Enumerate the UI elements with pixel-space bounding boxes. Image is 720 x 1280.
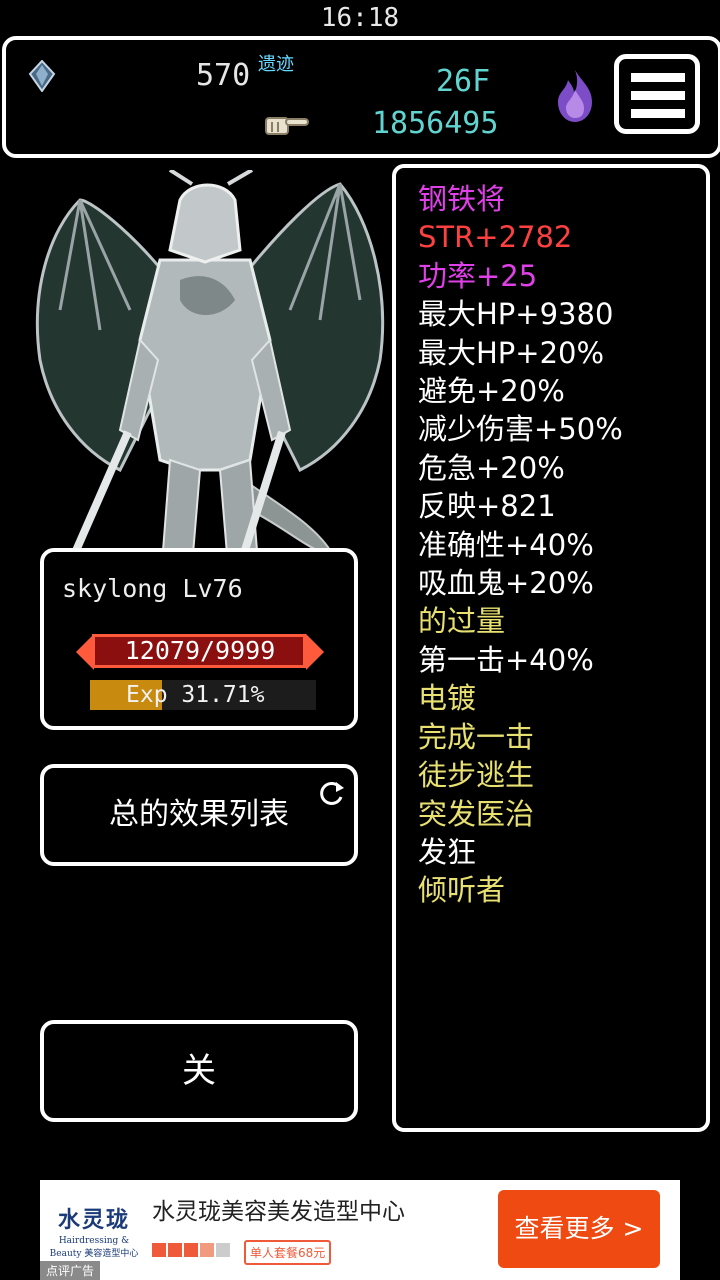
ad-tag: 单人套餐68元 xyxy=(244,1240,332,1265)
ad-logo-subtext: Hairdressing & Beauty 美容造型中心 xyxy=(49,1236,139,1259)
gold-amount: 570 xyxy=(196,58,251,93)
character-name-level: skylong Lv76 xyxy=(62,574,243,603)
ad-banner[interactable]: 水灵珑 Hairdressing & Beauty 美容造型中心 水灵珑美容美发… xyxy=(40,1180,680,1280)
rating-star-icon xyxy=(200,1243,214,1257)
stat-item: 准确性+40% xyxy=(418,527,594,562)
rating-star-icon xyxy=(184,1243,198,1257)
close-label: 关 xyxy=(182,1051,216,1091)
stat-item: 危急+20% xyxy=(418,450,565,485)
stat-item: 避免+20% xyxy=(418,374,565,409)
hp-value: 12079/9999 xyxy=(124,636,276,665)
relic-label: 遗迹 xyxy=(258,54,294,75)
stat-item: 吸血鬼+20% xyxy=(418,566,594,601)
stat-item: 钢铁将 xyxy=(418,182,506,216)
stat-item: 突发医治 xyxy=(418,796,535,831)
effects-list-label: 总的效果列表 xyxy=(109,797,289,832)
status-bar: 16:18 xyxy=(0,0,720,36)
score-value: 1856495 xyxy=(372,106,499,141)
effects-list-button[interactable]: 总的效果列表 xyxy=(40,764,358,866)
floor-indicator: 26F xyxy=(436,64,491,99)
rating-star-icon xyxy=(216,1243,230,1257)
stat-item: 功率+25 xyxy=(418,258,538,293)
pointing-hand-icon xyxy=(265,117,309,135)
stat-item: 徒步逃生 xyxy=(418,758,535,793)
stat-item: 倾听者 xyxy=(418,873,506,908)
stat-item: 电镀 xyxy=(418,681,477,716)
ad-cta-button[interactable]: 查看更多 > xyxy=(498,1190,660,1268)
rating-star-icon xyxy=(168,1243,182,1257)
stat-item: 第一击+40% xyxy=(418,642,594,677)
stat-item: 最大HP+9380 xyxy=(418,297,614,332)
stat-item: 反映+821 xyxy=(418,489,556,524)
stat-item: STR+2782 xyxy=(418,220,573,255)
stat-item: 减少伤害+50% xyxy=(418,412,623,447)
exp-value: Exp 31.71% xyxy=(126,682,265,708)
status-time: 16:18 xyxy=(320,3,400,33)
rating-star-icon xyxy=(152,1243,166,1257)
crystal-icon xyxy=(28,60,56,92)
stat-item: 发狂 xyxy=(418,834,477,869)
ad-logo-text: 水灵珑 xyxy=(57,1207,130,1233)
character-panel: skylong Lv76 12079/9999 Exp 31.71% xyxy=(40,548,358,730)
ad-logo: 水灵珑 Hairdressing & Beauty 美容造型中心 xyxy=(46,1202,142,1260)
menu-button[interactable] xyxy=(614,54,700,134)
exp-bar: Exp 31.71% xyxy=(90,680,316,710)
purple-flame-icon xyxy=(558,70,592,122)
ad-title: 水灵珑美容美发造型中心 xyxy=(152,1199,405,1225)
stat-item: 的过量 xyxy=(418,604,506,639)
stat-item: 最大HP+20% xyxy=(418,335,605,370)
close-button[interactable]: 关 xyxy=(40,1020,358,1122)
ad-rating-stars xyxy=(152,1243,230,1257)
stat-list: 钢铁将 STR+2782 功率+25 最大HP+9380 最大HP+20% 避免+20% 减… xyxy=(418,180,623,910)
hp-gauge: 12079/9999 xyxy=(74,630,326,674)
top-bar: 570 遗迹 26F 1856495 xyxy=(2,36,720,158)
refresh-icon[interactable] xyxy=(316,778,346,808)
stat-item: 完成一击 xyxy=(418,719,535,754)
stat-panel: 钢铁将 STR+2782 功率+25 最大HP+9380 最大HP+20% 避免+20% 减… xyxy=(392,164,710,1132)
ad-label: 点评广告 xyxy=(40,1261,101,1280)
